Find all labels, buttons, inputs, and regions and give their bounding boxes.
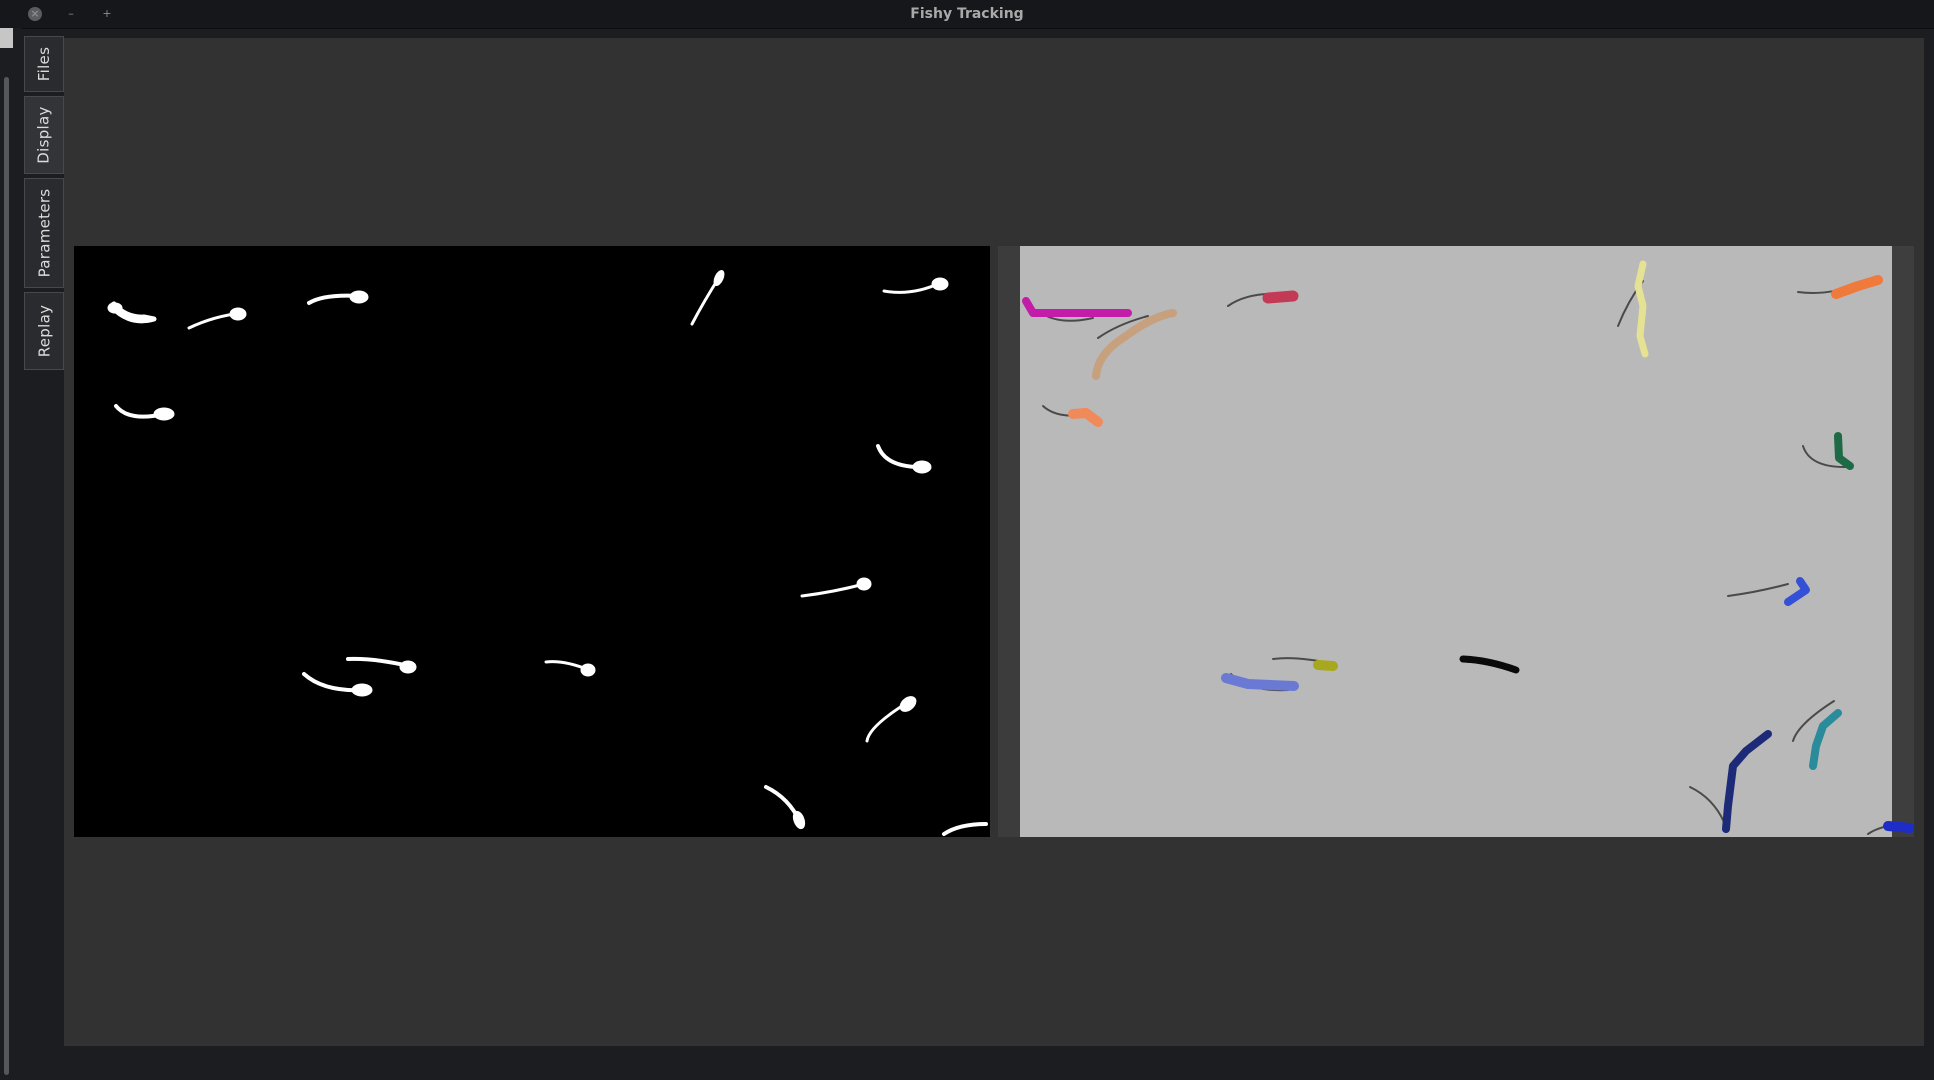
title-bar: × – + Fishy Tracking [0, 0, 1934, 29]
fish-trajectory [1262, 290, 1299, 304]
fish-trajectory [1883, 821, 1914, 833]
tracking-view[interactable] [998, 246, 1914, 837]
tab-replay-label: Replay [35, 304, 54, 358]
display-panel [64, 38, 1924, 1046]
tab-parameters-label: Parameters [35, 188, 54, 278]
tank-wall-right [1892, 246, 1914, 837]
tank-wall-left [998, 246, 1020, 837]
tracking-image [998, 246, 1914, 837]
tab-parameters[interactable]: Parameters [24, 178, 64, 288]
tab-display[interactable]: Display [24, 96, 64, 174]
scrollbar-handle[interactable] [0, 28, 13, 48]
binary-mask-view[interactable] [74, 246, 990, 837]
window-title: Fishy Tracking [910, 6, 1024, 22]
fish-trajectory [1313, 660, 1338, 671]
vertical-scrollbar[interactable] [4, 77, 9, 1075]
tab-display-label: Display [35, 106, 54, 164]
tab-files-label: Files [34, 46, 53, 82]
tab-files[interactable]: Files [24, 36, 64, 92]
mask-image [74, 246, 990, 837]
tab-replay[interactable]: Replay [24, 292, 64, 370]
